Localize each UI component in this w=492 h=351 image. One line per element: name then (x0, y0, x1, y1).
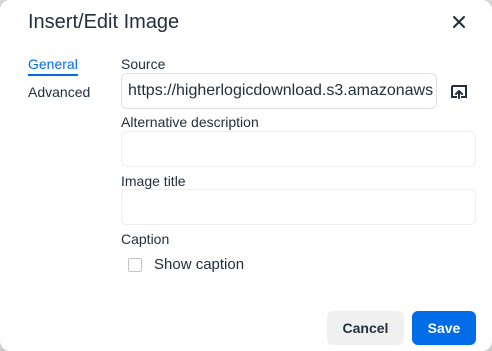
alt-description-label: Alternative description (121, 114, 259, 130)
caption-label: Caption (121, 231, 170, 247)
close-button[interactable] (446, 9, 472, 35)
tab-general[interactable]: General (28, 55, 78, 76)
tab-advanced[interactable]: Advanced (28, 83, 90, 101)
show-caption-label[interactable]: Show caption (154, 256, 244, 273)
save-button[interactable]: Save (412, 311, 476, 345)
close-icon (453, 16, 465, 28)
cancel-button[interactable]: Cancel (327, 311, 404, 345)
image-title-label: Image title (121, 173, 186, 189)
image-title-input[interactable] (121, 189, 476, 225)
source-label: Source (121, 56, 166, 72)
dialog-title: Insert/Edit Image (28, 11, 180, 33)
show-caption-checkbox[interactable] (128, 257, 142, 272)
browse-button[interactable] (445, 77, 473, 105)
alt-description-input[interactable] (121, 131, 476, 167)
source-input[interactable]: https://higherlogicdownload.s3.amazonaws (121, 73, 437, 109)
show-caption-row[interactable]: Show caption (128, 256, 244, 273)
dialog-tabs: General Advanced (28, 55, 110, 111)
insert-edit-image-dialog: Insert/Edit Image General Advanced Sourc… (0, 0, 492, 351)
browse-upload-icon (451, 85, 467, 99)
